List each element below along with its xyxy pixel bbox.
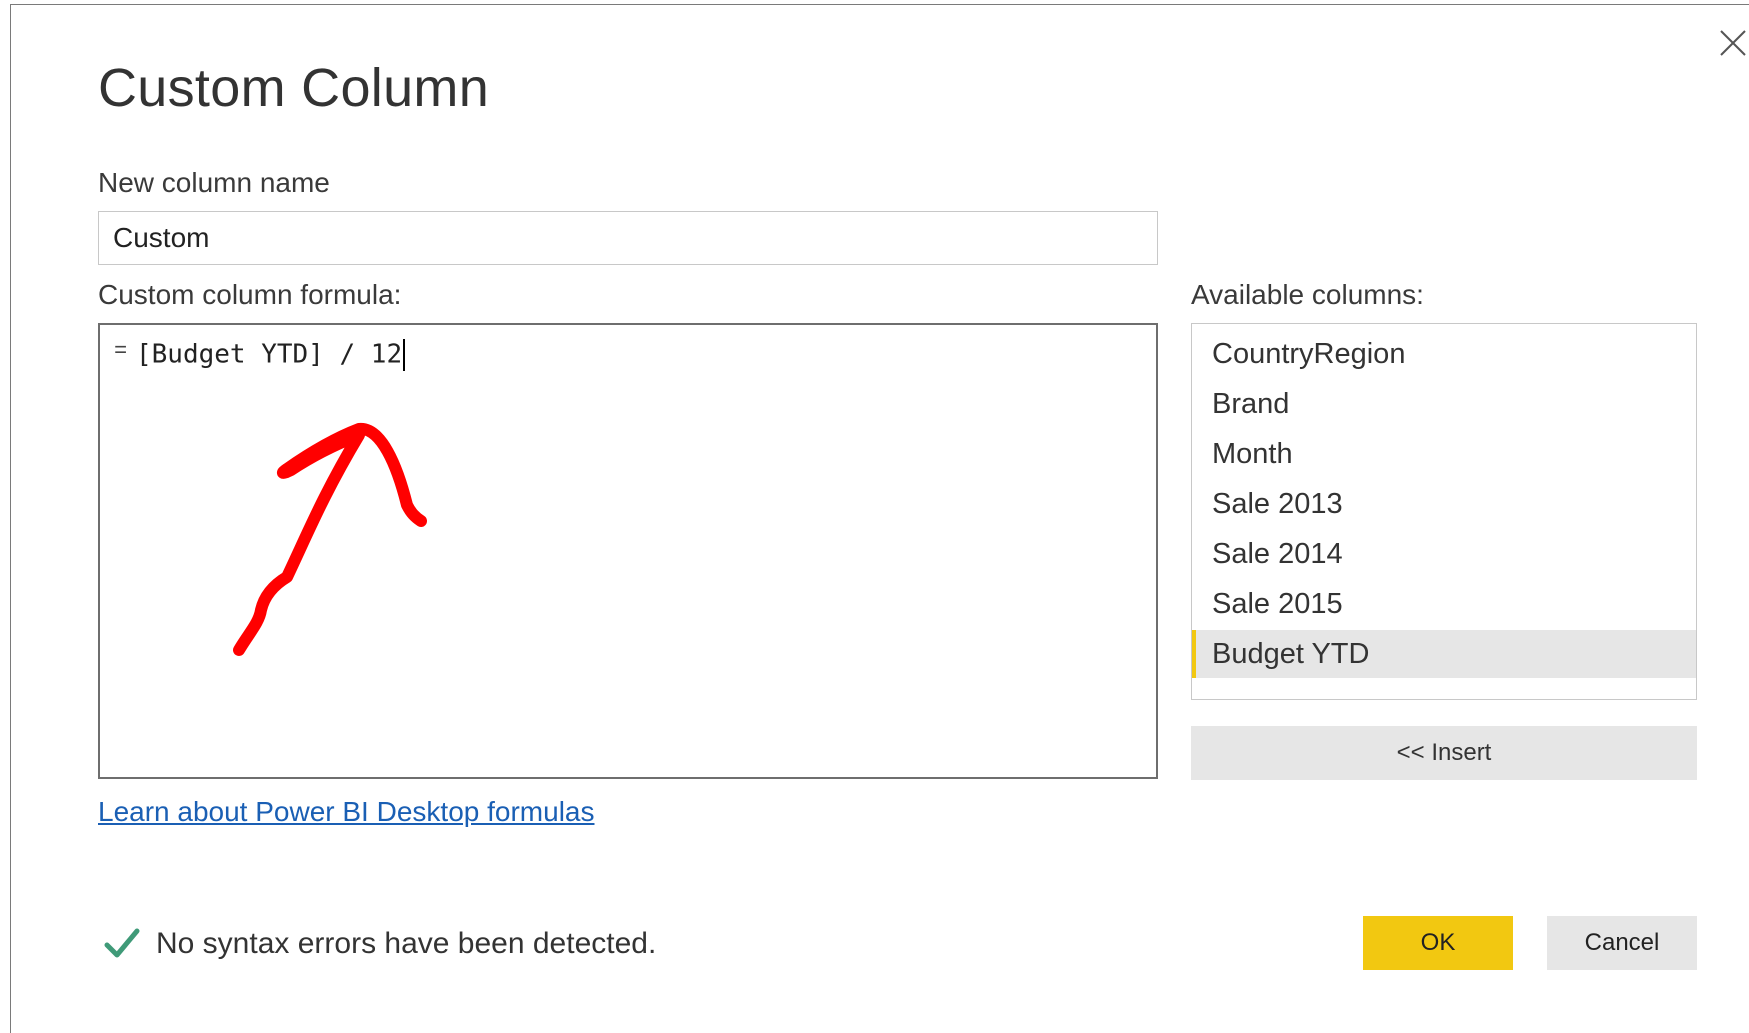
available-columns-label: Available columns:	[1191, 279, 1424, 310]
available-columns-list[interactable]: CountryRegion Brand Month Sale 2013 Sale…	[1191, 323, 1697, 700]
close-icon	[1720, 30, 1746, 56]
formula-editor[interactable]: = [Budget YTD] / 12	[98, 323, 1158, 779]
dialog-title: Custom Column	[98, 58, 490, 118]
cancel-button[interactable]: Cancel	[1547, 916, 1697, 970]
column-item-brand[interactable]: Brand	[1192, 380, 1696, 428]
formula-expression-text: [Budget YTD] / 12	[136, 339, 403, 370]
syntax-status-message: No syntax errors have been detected.	[156, 927, 657, 960]
close-button[interactable]	[1715, 25, 1749, 61]
column-item-sale-2014[interactable]: Sale 2014	[1192, 530, 1696, 578]
formula-expression: [Budget YTD] / 12	[136, 339, 406, 371]
column-name-input[interactable]	[98, 211, 1158, 265]
column-item-sale-2013[interactable]: Sale 2013	[1192, 480, 1696, 528]
column-item-budget-ytd[interactable]: Budget YTD	[1192, 630, 1696, 678]
checkmark-icon	[104, 928, 140, 958]
custom-column-dialog: Custom Column New column name Custom col…	[10, 4, 1749, 1033]
ok-button[interactable]: OK	[1363, 916, 1513, 970]
column-name-label: New column name	[98, 167, 330, 198]
insert-button[interactable]: << Insert	[1191, 726, 1697, 780]
column-item-sale-2015[interactable]: Sale 2015	[1192, 580, 1696, 628]
formula-label: Custom column formula:	[98, 279, 402, 310]
formula-equals-sign: =	[114, 339, 128, 364]
learn-formulas-link[interactable]: Learn about Power BI Desktop formulas	[98, 796, 594, 828]
column-item-month[interactable]: Month	[1192, 430, 1696, 478]
text-cursor	[403, 339, 406, 371]
column-item-countryregion[interactable]: CountryRegion	[1192, 330, 1696, 378]
